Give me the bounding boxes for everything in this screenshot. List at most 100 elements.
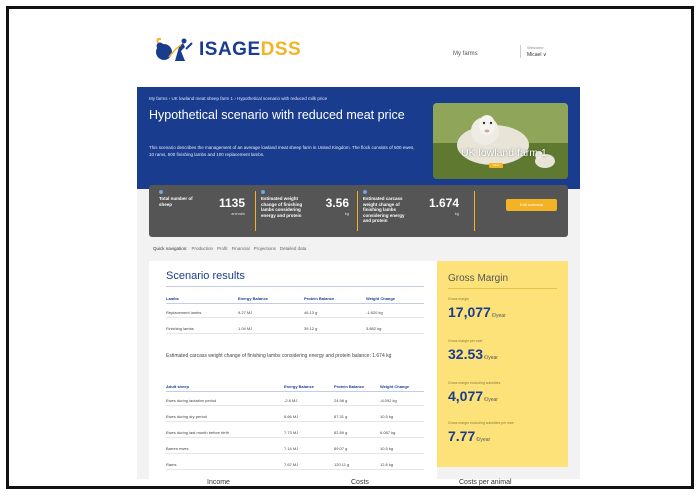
table-row: Rams 7.67 MJ 120.11 g 12.8 kg xyxy=(166,459,424,470)
table-cell: 82.89 g xyxy=(334,430,348,435)
metric-label: Gross margin excluding subsidies per ewe xyxy=(448,421,514,425)
table-row: Ewes during lactation period -2.8 MJ 24.… xyxy=(166,395,424,406)
stat-label: Estimated weight change of finishing lam… xyxy=(261,196,303,218)
edit-scenario-button[interactable]: Edit scenario xyxy=(506,199,557,211)
top-bar: ISAGEDSS My farms Welcome Micael ∨ xyxy=(137,9,580,87)
brand-name-part2: DSS xyxy=(260,39,302,60)
gross-margin-item: Gross margin 17,077€/year xyxy=(448,297,506,320)
table-cell: 10.5 kg xyxy=(380,414,394,419)
tab-production[interactable]: Production xyxy=(192,246,214,251)
page: ISAGEDSS My farms Welcome Micael ∨ My fa… xyxy=(137,9,580,486)
section-title: Scenario results xyxy=(166,270,245,282)
scenario-description: This scenario describes the management o… xyxy=(149,145,415,157)
table-cell: -1.620 kg xyxy=(366,310,383,315)
table-cell: 3.882 kg xyxy=(366,326,382,331)
metric-unit: €/year xyxy=(491,313,506,319)
table-header: Lambs Energy Balance Protein Balance Wei… xyxy=(166,293,424,304)
table-cell: 6.087 kg xyxy=(380,430,396,435)
brand-name: ISAGEDSS xyxy=(199,39,301,61)
brand-name-part1: ISAGE xyxy=(199,39,261,60)
table-row: Finishing lambs 1.04 MJ 39.12 g 3.882 kg xyxy=(166,323,424,334)
sheep-logo-icon xyxy=(156,37,193,61)
metric-value: 4,077€/year xyxy=(448,388,500,404)
stat-carcass-change: Estimated carcass weight change of finis… xyxy=(363,185,463,237)
gross-margin-card: Gross Margin Gross margin 17,077€/year G… xyxy=(437,261,568,467)
info-icon xyxy=(363,190,367,194)
table-cell: 39.12 g xyxy=(304,326,318,331)
view-farm-button[interactable]: View xyxy=(489,163,503,168)
table-cell: 120.11 g xyxy=(334,462,350,467)
table-cell: Replacement lambs xyxy=(166,310,202,315)
metric-unit: €/year xyxy=(484,397,498,403)
info-icon xyxy=(159,190,163,194)
metric-value: 17,077€/year xyxy=(448,304,506,320)
user-menu[interactable]: Welcome Micael ∨ xyxy=(520,45,547,58)
stat-value: 1135 xyxy=(218,196,245,210)
page-title: Hypothetical scenario with reduced meat … xyxy=(149,108,405,122)
column-header: Protein Balance xyxy=(304,296,335,301)
table-cell: 12.8 kg xyxy=(380,462,394,467)
tab-detailed-data[interactable]: Detailed data xyxy=(280,246,307,251)
table-row: Replacement lambs 9.27 MJ 46.13 g -1.620… xyxy=(166,307,424,318)
table-row: Ewes during last month before birth 7.73… xyxy=(166,427,424,438)
table-row: Ewes during dry period 8.66 MJ 87.31 g 1… xyxy=(166,411,424,422)
costs-per-animal-heading: Costs per animal xyxy=(459,479,512,486)
column-header: Weight Change xyxy=(380,384,410,389)
table-cell: Ewes during dry period xyxy=(166,414,207,419)
table-cell: Finishing lambs xyxy=(166,326,194,331)
table-cell: Rams xyxy=(166,462,177,467)
table-row: Barren ewes 7.14 MJ 89.07 g 10.5 kg xyxy=(166,443,424,454)
breadcrumb[interactable]: My farms › UK lowland meat sheep farm 1 … xyxy=(149,96,327,101)
gross-margin-item: Gross margin per ewe 32.53€/year xyxy=(448,339,498,362)
metric-value: 7.77€/year xyxy=(448,428,514,444)
table-header: Adult sheep Energy Balance Protein Balan… xyxy=(166,381,424,392)
tab-profit[interactable]: Profit xyxy=(217,246,228,251)
table-cell: 24.98 g xyxy=(334,398,348,403)
table-cell: 7.14 MJ xyxy=(284,446,299,451)
divider xyxy=(474,191,475,231)
column-header: Energy Balance xyxy=(238,296,269,301)
carcass-note: Estimated carcass weight change of finis… xyxy=(166,353,392,359)
farm-card[interactable]: UK lowland farm 1 View xyxy=(433,103,568,179)
farm-label: UK lowland farm 1 xyxy=(461,147,547,159)
table-cell: 89.07 g xyxy=(334,446,348,451)
table-cell: 1.04 MJ xyxy=(238,326,253,331)
column-header: Protein Balance xyxy=(334,384,365,389)
bottom-section: Income Costs Costs per animal xyxy=(137,479,580,486)
screenshot-frame: ISAGEDSS My farms Welcome Micael ∨ My fa… xyxy=(6,6,694,489)
metric-number: 7.77 xyxy=(448,428,476,444)
costs-heading: Costs xyxy=(351,479,369,486)
table-cell: -2.8 MJ xyxy=(284,398,298,403)
gross-margin-item: Gross margin excluding subsidies per ewe… xyxy=(448,421,514,444)
my-farms-link[interactable]: My farms xyxy=(453,51,478,57)
quick-nav-label: Quick navigation: xyxy=(153,246,188,251)
metric-label: Gross margin xyxy=(448,297,470,301)
section-title: Gross Margin xyxy=(448,273,509,284)
info-icon xyxy=(261,190,265,194)
metric-number: 17,077 xyxy=(448,304,491,320)
divider xyxy=(357,191,358,231)
metric-number: 4,077 xyxy=(448,388,484,404)
column-header: Weight Change xyxy=(366,296,396,301)
metric-value: 32.53€/year xyxy=(448,346,498,362)
gross-margin-item: Gross margin excluding subsidies 4,077€/… xyxy=(448,381,500,404)
income-heading: Income xyxy=(207,479,230,486)
stat-value: 3.56 xyxy=(325,196,349,210)
stat-unit: kg xyxy=(344,211,349,216)
table-cell: 46.13 g xyxy=(304,310,318,315)
tab-projections[interactable]: Projections xyxy=(254,246,276,251)
divider xyxy=(166,286,424,287)
scenario-results-card: Scenario results Lambs Energy Balance Pr… xyxy=(149,261,437,486)
table-cell: 7.73 MJ xyxy=(284,430,299,435)
table-cell: 8.66 MJ xyxy=(284,414,299,419)
logo[interactable]: ISAGEDSS xyxy=(155,37,301,63)
stat-unit: kg xyxy=(454,211,459,216)
table-cell: 10.5 kg xyxy=(380,446,394,451)
quick-navigation: Quick navigation: Production Profit Fina… xyxy=(153,246,306,251)
tab-financial[interactable]: Financial xyxy=(232,246,250,251)
stat-value: 1.674 xyxy=(428,196,459,210)
divider xyxy=(255,191,256,231)
user-name[interactable]: Micael ∨ xyxy=(527,52,547,58)
table-cell: 9.27 MJ xyxy=(238,310,253,315)
column-header: Energy Balance xyxy=(284,384,315,389)
